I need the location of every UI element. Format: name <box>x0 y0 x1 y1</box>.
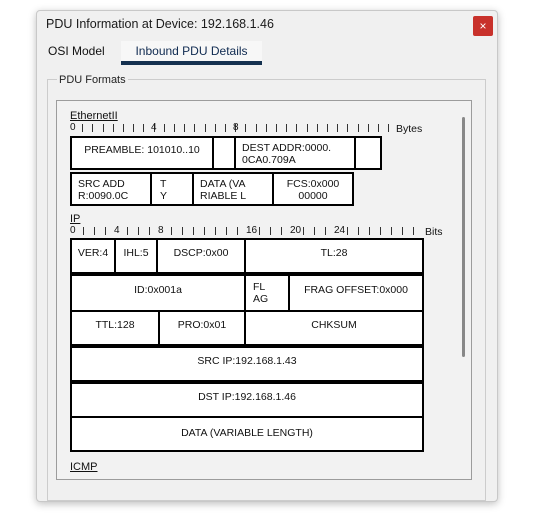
window-title: PDU Information at Device: 192.168.1.46 <box>46 17 274 31</box>
ruler-tick <box>347 124 349 132</box>
ruler-tick <box>367 124 369 132</box>
ruler-tick <box>255 124 257 132</box>
ip-ihl-field: IHL:5 <box>114 238 158 274</box>
ruler-tick <box>105 227 106 235</box>
close-button[interactable]: × <box>473 16 493 36</box>
ruler-tick <box>82 124 84 132</box>
ruler-label: 24 <box>334 225 346 236</box>
ruler-tick <box>276 124 277 132</box>
ethernet-dest-cont-field <box>354 136 382 170</box>
ip-unit-label: Bits <box>425 226 443 238</box>
ruler-tick <box>193 227 194 235</box>
tab-bar: OSI Model Inbound PDU Details <box>37 41 497 65</box>
ethernet-sfd-field <box>212 136 236 170</box>
ethernet-fcs-field: FCS:0x000 00000 <box>272 172 354 206</box>
ruler-tick <box>182 227 183 235</box>
ruler-tick <box>314 227 315 235</box>
ruler-tick <box>112 124 114 132</box>
ruler-tick <box>194 124 196 132</box>
ruler-tick <box>270 227 271 235</box>
ip-frag-offset-field: FRAG OFFSET:0x000 <box>288 274 424 312</box>
ruler-label: 0 <box>70 225 76 236</box>
ip-ttl-field: TTL:128 <box>70 310 160 346</box>
ruler-tick <box>402 227 403 235</box>
title-bar: PDU Information at Device: 192.168.1.46 … <box>37 11 497 41</box>
ruler-label: 8 <box>158 225 164 236</box>
ruler-tick <box>123 124 124 132</box>
ethernet-src-field: SRC ADD R:0090.0C <box>70 172 152 206</box>
ruler-tick <box>281 227 282 235</box>
tab-osi-model[interactable]: OSI Model <box>48 41 105 61</box>
ruler-tick <box>327 124 328 132</box>
ruler-tick <box>174 124 175 132</box>
ruler-tick <box>337 124 339 132</box>
ruler-tick <box>413 227 414 235</box>
ruler-tick <box>296 124 298 132</box>
ethernet-preamble-field: PREAMBLE: 101010..10 <box>70 136 214 170</box>
vertical-scrollbar[interactable] <box>462 117 465 357</box>
tab-inbound-pdu-details[interactable]: Inbound PDU Details <box>121 41 262 65</box>
ip-flag-field: FL AG <box>244 274 290 312</box>
ruler-tick <box>380 227 381 235</box>
pdu-formats-label: PDU Formats <box>57 74 128 86</box>
ruler-tick <box>378 124 379 132</box>
ip-checksum-field: CHKSUM <box>244 310 424 346</box>
ruler-tick <box>204 227 205 235</box>
ethernet-data-field: DATA (VA RIABLE L <box>192 172 274 206</box>
ruler-tick <box>171 227 172 235</box>
ip-src-field: SRC IP:192.168.1.43 <box>70 346 424 382</box>
ethernet-section-title: EthernetII <box>70 110 118 122</box>
ruler-label: 20 <box>290 225 302 236</box>
ruler-tick <box>149 227 150 235</box>
ip-id-field: ID:0x001a <box>70 274 246 312</box>
ruler-tick <box>358 227 359 235</box>
ruler-tick <box>127 227 128 235</box>
ruler-tick <box>225 124 226 132</box>
ip-section-title: IP <box>70 213 81 225</box>
ruler-tick <box>391 227 392 235</box>
ruler-tick <box>265 124 267 132</box>
ruler-tick <box>306 124 308 132</box>
ruler-tick <box>92 124 94 132</box>
ruler-tick <box>94 227 95 235</box>
ruler-tick <box>369 227 370 235</box>
ruler-tick <box>226 227 227 235</box>
ip-dscp-field: DSCP:0x00 <box>156 238 246 274</box>
ip-data-field: DATA (VARIABLE LENGTH) <box>70 416 424 452</box>
ruler-tick <box>259 227 260 235</box>
ruler-tick <box>388 124 390 132</box>
ethernet-unit-label: Bytes <box>396 123 423 135</box>
ruler-tick <box>143 124 145 132</box>
ip-dst-field: DST IP:192.168.1.46 <box>70 382 424 418</box>
ethernet-dest-field: DEST ADDR:0000. 0CA0.709A <box>234 136 356 170</box>
ruler-tick <box>245 124 247 132</box>
icmp-section-title: ICMP <box>70 461 98 473</box>
ruler-tick <box>102 124 104 132</box>
ruler-tick <box>204 124 206 132</box>
ruler-tick <box>133 124 135 132</box>
ruler-label: 16 <box>246 225 258 236</box>
ruler-tick <box>237 227 238 235</box>
ruler-tick <box>184 124 186 132</box>
ethernet-type-field: T Y <box>150 172 194 206</box>
ruler-tick <box>303 227 304 235</box>
ruler-tick <box>83 227 84 235</box>
ruler-tick <box>316 124 318 132</box>
ruler-label: 0 <box>70 122 76 133</box>
ruler-tick <box>347 227 348 235</box>
ruler-tick <box>286 124 288 132</box>
ip-tl-field: TL:28 <box>244 238 424 274</box>
ruler-label: 4 <box>151 122 157 133</box>
ip-protocol-field: PRO:0x01 <box>158 310 246 346</box>
ruler-tick <box>325 227 326 235</box>
ip-ver-field: VER:4 <box>70 238 116 274</box>
ruler-tick <box>163 124 165 132</box>
ruler-label: 4 <box>114 225 120 236</box>
ruler-tick <box>357 124 359 132</box>
ruler-tick <box>215 227 216 235</box>
ruler-tick <box>214 124 216 132</box>
ruler-label: 8 <box>233 122 239 133</box>
ruler-tick <box>138 227 139 235</box>
